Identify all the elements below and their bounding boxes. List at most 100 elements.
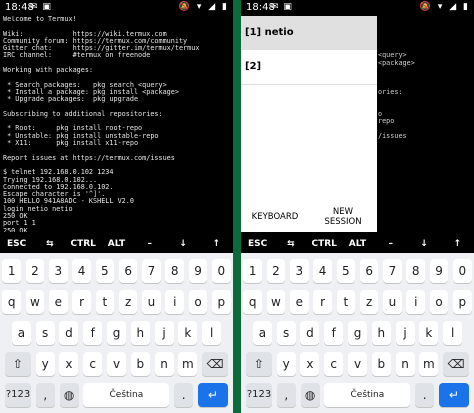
key-letter[interactable]: z [359,290,379,314]
space-key[interactable]: Čeština [83,383,170,407]
key-letter[interactable]: s [35,321,55,345]
space-key[interactable]: Čeština [324,383,411,407]
key-number[interactable]: 3 [290,259,309,283]
period-key[interactable]: . [174,383,194,407]
key-number[interactable]: 4 [313,259,332,283]
arrow-up-key[interactable]: ↑ [200,235,233,253]
key-letter[interactable]: p [212,290,231,314]
key-letter[interactable]: a [11,321,31,345]
key-letter[interactable]: i [406,290,425,314]
esc-key[interactable]: ESC [0,235,33,253]
key-number[interactable]: 4 [72,259,91,283]
key-letter[interactable]: l [443,321,463,345]
key-letter[interactable]: k [178,321,198,345]
key-number[interactable]: 6 [118,259,138,283]
enter-key[interactable]: ↵ [438,383,469,407]
key-letter[interactable]: h [371,321,391,345]
session-item-2[interactable]: [2] [241,50,377,84]
alt-key[interactable]: ALT [100,235,133,253]
key-number[interactable]: 5 [95,259,115,283]
tab-key[interactable]: ⇆ [274,235,307,253]
period-key[interactable]: . [415,383,435,407]
key-number[interactable]: 1 [243,259,262,283]
key-number[interactable]: 6 [359,259,379,283]
key-number[interactable]: 9 [429,259,449,283]
key-number[interactable]: 2 [25,259,45,283]
ctrl-key[interactable]: CTRL [67,235,100,253]
key-number[interactable]: 0 [453,259,472,283]
dash-key[interactable]: – [374,235,407,253]
key-letter[interactable]: f [83,321,103,345]
key-number[interactable]: 7 [142,259,161,283]
key-letter[interactable]: k [419,321,439,345]
key-letter[interactable]: c [324,352,344,376]
key-letter[interactable]: v [107,352,126,376]
key-number[interactable]: 3 [49,259,68,283]
key-number[interactable]: 5 [336,259,356,283]
key-letter[interactable]: d [59,321,79,345]
key-letter[interactable]: n [395,352,415,376]
key-letter[interactable]: r [72,290,91,314]
key-letter[interactable]: w [266,290,286,314]
comma-key[interactable]: , [35,383,55,407]
ctrl-key[interactable]: CTRL [308,235,341,253]
key-number[interactable]: 7 [383,259,402,283]
key-number[interactable]: 8 [406,259,425,283]
symbols-key[interactable]: ?123 [246,383,273,407]
key-letter[interactable]: i [165,290,184,314]
backspace-key[interactable]: ⌫ [202,352,229,376]
key-letter[interactable]: y [35,352,55,376]
session-item-1[interactable]: [1] netio [241,16,377,50]
key-letter[interactable]: n [154,352,174,376]
key-letter[interactable]: a [252,321,272,345]
key-letter[interactable]: j [154,321,174,345]
new-session-button[interactable]: NEW SESSION [309,204,377,230]
key-number[interactable]: 1 [2,259,21,283]
terminal-output[interactable]: Welcome to Termux! Wiki: https://wiki.ter… [3,16,230,232]
shift-key[interactable]: ⇧ [4,352,31,376]
enter-key[interactable]: ↵ [197,383,228,407]
key-letter[interactable]: o [188,290,208,314]
globe-key[interactable]: ◍ [59,383,79,407]
key-letter[interactable]: d [300,321,320,345]
arrow-up-key[interactable]: ↑ [441,235,474,253]
backspace-key[interactable]: ⌫ [443,352,470,376]
key-letter[interactable]: u [142,290,161,314]
key-letter[interactable]: h [130,321,150,345]
dash-key[interactable]: – [133,235,166,253]
key-letter[interactable]: m [419,352,439,376]
key-letter[interactable]: l [202,321,222,345]
key-letter[interactable]: j [395,321,415,345]
keyboard-button[interactable]: KEYBOARD [241,204,309,230]
key-number[interactable]: 8 [165,259,184,283]
key-letter[interactable]: g [348,321,367,345]
key-letter[interactable]: w [25,290,45,314]
key-letter[interactable]: q [2,290,21,314]
key-letter[interactable]: f [324,321,344,345]
key-letter[interactable]: t [336,290,356,314]
arrow-down-key[interactable]: ↓ [407,235,440,253]
key-letter[interactable]: b [371,352,391,376]
key-number[interactable]: 9 [188,259,208,283]
key-letter[interactable]: p [453,290,472,314]
shift-key[interactable]: ⇧ [245,352,272,376]
arrow-down-key[interactable]: ↓ [166,235,199,253]
key-letter[interactable]: q [243,290,262,314]
key-number[interactable]: 0 [212,259,231,283]
key-letter[interactable]: z [118,290,138,314]
key-letter[interactable]: m [178,352,198,376]
esc-key[interactable]: ESC [241,235,274,253]
key-letter[interactable]: g [107,321,126,345]
key-number[interactable]: 2 [266,259,286,283]
key-letter[interactable]: x [59,352,79,376]
key-letter[interactable]: s [276,321,296,345]
key-letter[interactable]: e [290,290,309,314]
key-letter[interactable]: u [383,290,402,314]
key-letter[interactable]: c [83,352,103,376]
globe-key[interactable]: ◍ [300,383,320,407]
key-letter[interactable]: r [313,290,332,314]
key-letter[interactable]: x [300,352,320,376]
tab-key[interactable]: ⇆ [33,235,66,253]
key-letter[interactable]: b [130,352,150,376]
key-letter[interactable]: t [95,290,115,314]
